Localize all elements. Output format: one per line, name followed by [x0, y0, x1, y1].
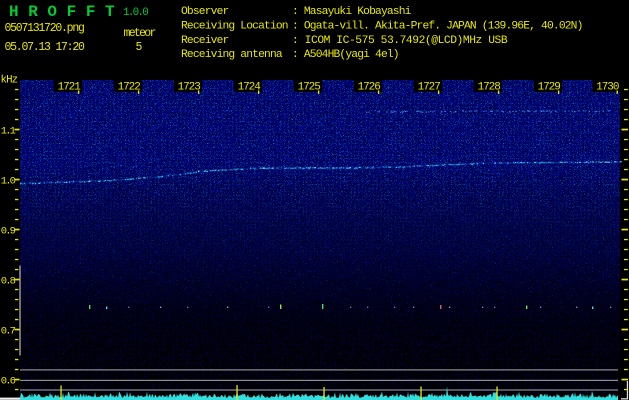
svg-text:1721: 1721	[58, 81, 82, 93]
svg-text:H R O F F T: H R O F F T	[9, 3, 115, 21]
svg-text:meteor: meteor	[124, 27, 156, 40]
svg-text:1.0: 1.0	[1, 175, 16, 187]
svg-text:kHz: kHz	[1, 75, 18, 87]
svg-text:: Ogata-vill. Akita-Pref. JAPA: : Ogata-vill. Akita-Pref. JAPAN (139.96E…	[292, 21, 583, 33]
svg-text:1727: 1727	[418, 81, 441, 93]
svg-text:Observer: Observer	[181, 6, 229, 18]
svg-text:1724: 1724	[238, 81, 262, 93]
svg-text:1726: 1726	[358, 81, 381, 93]
svg-text:1729: 1729	[538, 81, 561, 93]
svg-text:: A504HB(yagi 4el): : A504HB(yagi 4el)	[292, 49, 399, 61]
svg-text:1722: 1722	[118, 81, 141, 93]
svg-text:: Masayuki Kobayashi: : Masayuki Kobayashi	[292, 6, 412, 18]
svg-text:0507131720.png: 0507131720.png	[5, 22, 84, 35]
svg-text:1.0.0: 1.0.0	[123, 7, 148, 19]
svg-text:0.9: 0.9	[1, 225, 16, 237]
svg-text:1.1: 1.1	[1, 125, 16, 137]
svg-text:1728: 1728	[478, 81, 501, 93]
svg-text:0.8: 0.8	[1, 275, 16, 287]
svg-text:Receiving Location: Receiving Location	[181, 21, 288, 33]
svg-text:Receiving antenna: Receiving antenna	[181, 49, 283, 61]
svg-text:: ICOM IC-575 53.7492(@LCD)MHz: : ICOM IC-575 53.7492(@LCD)MHz USB	[292, 35, 508, 47]
svg-text:Receiver: Receiver	[181, 35, 229, 47]
svg-text:0.6: 0.6	[1, 375, 16, 387]
svg-text:1723: 1723	[178, 81, 201, 93]
svg-text:0.7: 0.7	[1, 325, 16, 337]
svg-text:1730: 1730	[596, 81, 619, 93]
svg-text:05.07.13 17:20: 05.07.13 17:20	[5, 41, 85, 54]
svg-text:1725: 1725	[298, 81, 321, 93]
